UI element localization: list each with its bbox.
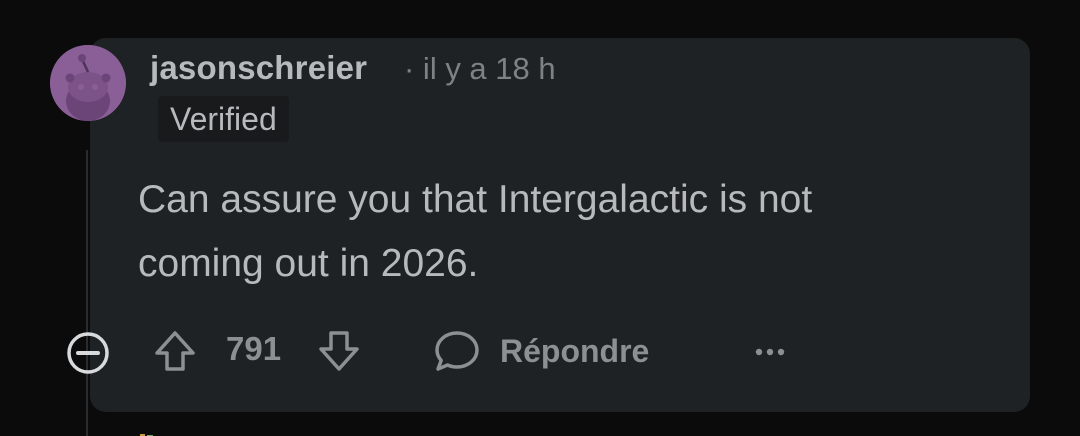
username[interactable]: jasonschreier	[150, 49, 367, 87]
minus-circle-icon	[67, 332, 109, 374]
snoo-avatar-icon	[50, 45, 126, 121]
speech-bubble-icon	[435, 331, 479, 371]
thread-line[interactable]	[86, 150, 88, 436]
comment-body-line: Can assure you that Intergalactic is not	[138, 178, 813, 221]
more-options-button[interactable]	[748, 332, 792, 372]
avatar[interactable]	[50, 45, 126, 121]
next-comment-avatar	[128, 428, 178, 436]
comment-body-line: coming out in 2026.	[138, 242, 479, 285]
comment-body: Can assure you that Intergalactic is not…	[138, 168, 998, 296]
timestamp: · il y a 18 h	[404, 51, 556, 86]
downvote-arrow-icon	[319, 331, 359, 371]
vote-score: 791	[226, 330, 282, 367]
reply-button[interactable]: Répondre	[432, 326, 649, 376]
ellipsis-icon	[755, 348, 785, 356]
comment-thread: jasonschreier · il y a 18 h Verified Can…	[0, 0, 1080, 436]
upvote-arrow-icon	[155, 331, 195, 371]
downvote-button[interactable]	[314, 326, 364, 376]
upvote-button[interactable]	[150, 326, 200, 376]
collapse-button[interactable]	[64, 329, 112, 377]
user-flair: Verified	[158, 96, 289, 142]
reply-label: Répondre	[500, 332, 650, 369]
